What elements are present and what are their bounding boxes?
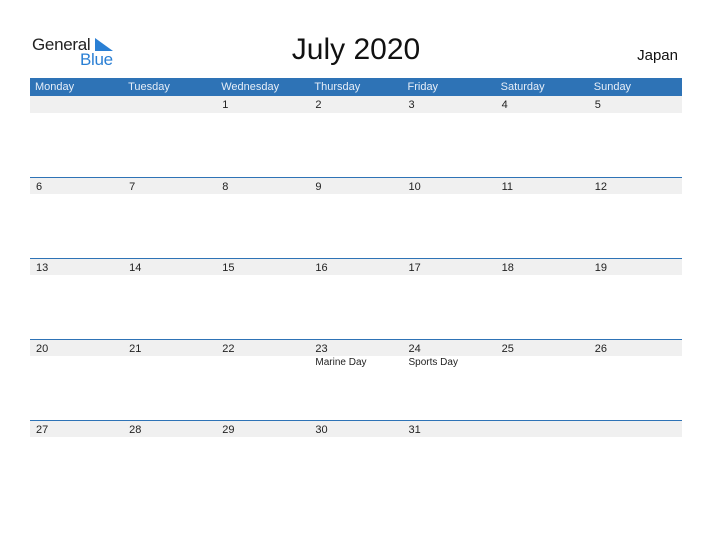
day-number: 20 [36,343,49,355]
day-number: 14 [129,262,142,274]
week-cells: 13 14 15 16 17 18 19 [30,258,682,276]
day-cell: 2 [309,96,402,113]
day-number: 22 [222,343,235,355]
day-cell: 14 [123,258,216,276]
day-number: 11 [501,181,514,193]
day-cell: 1 [216,96,309,113]
week-cells: 20 21 22 23 Marine Day 24 Sports Day 25 26 [30,339,682,368]
day-cell: 12 [589,177,682,195]
day-number: 24 [408,343,421,355]
day-cell: 21 [123,339,216,368]
day-cell: 17 [403,258,496,276]
day-number: 26 [594,343,607,355]
day-number: 17 [408,262,421,274]
weekday-tuesday: Tuesday [128,81,170,93]
day-number: 16 [315,262,328,274]
day-number [36,98,123,112]
day-number: 3 [408,99,415,111]
day-cell: 16 [309,258,402,276]
day-number: 21 [129,343,142,355]
weekday-thursday: Thursday [314,81,361,93]
weekday-friday: Friday [407,81,439,93]
day-number [502,423,589,437]
week-cells: 6 7 8 9 10 11 12 [30,177,682,195]
day-number: 2 [315,99,322,111]
day-cell: 7 [123,177,216,195]
day-number: 5 [594,99,601,111]
holiday-label: Sports Day [408,357,458,368]
day-cell: 19 [589,258,682,276]
day-cell: 6 [30,177,123,195]
day-cell: 30 [309,420,402,438]
day-cell: 9 [309,177,402,195]
day-cell: 31 [403,420,496,438]
week-row: 6 7 8 9 10 11 12 [30,177,682,258]
day-cell: 8 [216,177,309,195]
day-cell: 28 [123,420,216,438]
day-number: 12 [594,181,607,193]
day-number: 7 [129,181,136,193]
day-number: 1 [222,99,229,111]
day-number: 19 [594,262,607,274]
day-number [595,423,682,437]
day-cell: 23 Marine Day [309,339,402,368]
day-number: 23 [315,343,328,355]
week-cells: 27 28 29 30 31 [30,420,682,438]
weekday-monday: Monday [35,81,75,93]
day-number: 27 [36,424,49,436]
day-cell [30,96,123,113]
day-cell: 18 [496,258,589,276]
day-number: 4 [501,99,508,111]
weekday-wednesday: Wednesday [221,81,280,93]
day-number: 6 [36,181,43,193]
day-number: 8 [222,181,229,193]
day-cell: 22 [216,339,309,368]
day-cell: 25 [496,339,589,368]
week-row: 13 14 15 16 17 18 19 [30,258,682,339]
day-number: 9 [315,181,322,193]
holiday-label: Marine Day [315,357,367,368]
day-cell [589,420,682,438]
day-cell: 4 [496,96,589,113]
day-cell: 15 [216,258,309,276]
day-cell: 26 [589,339,682,368]
day-cell: 20 [30,339,123,368]
day-number: 31 [408,424,421,436]
day-number: 30 [315,424,328,436]
day-cell: 10 [403,177,496,195]
day-cell [123,96,216,113]
day-number: 18 [501,262,514,274]
day-cell: 29 [216,420,309,438]
day-cell: 5 [589,96,682,113]
day-number: 10 [408,181,421,193]
country-label: Japan [637,47,678,64]
weekday-saturday: Saturday [500,81,545,93]
calendar-title: July 2020 [291,33,421,66]
day-number: 13 [36,262,49,274]
week-row: 20 21 22 23 Marine Day 24 Sports Day 25 26 [30,339,682,420]
weekday-sunday: Sunday [593,81,632,93]
day-number: 29 [222,424,235,436]
day-cell: 24 Sports Day [403,339,496,368]
day-cell: 11 [496,177,589,195]
day-cell: 13 [30,258,123,276]
week-cells: 1 2 3 4 5 [30,96,682,113]
day-cell: 27 [30,420,123,438]
week-row: 27 28 29 30 31 [30,420,682,501]
day-number: 28 [129,424,142,436]
day-number: 25 [501,343,514,355]
day-number: 15 [222,262,235,274]
day-number [129,98,216,112]
week-row: 1 2 3 4 5 [30,96,682,177]
weekday-header: Monday Tuesday Wednesday Thursday Friday… [30,78,682,96]
day-cell [496,420,589,438]
day-cell: 3 [403,96,496,113]
